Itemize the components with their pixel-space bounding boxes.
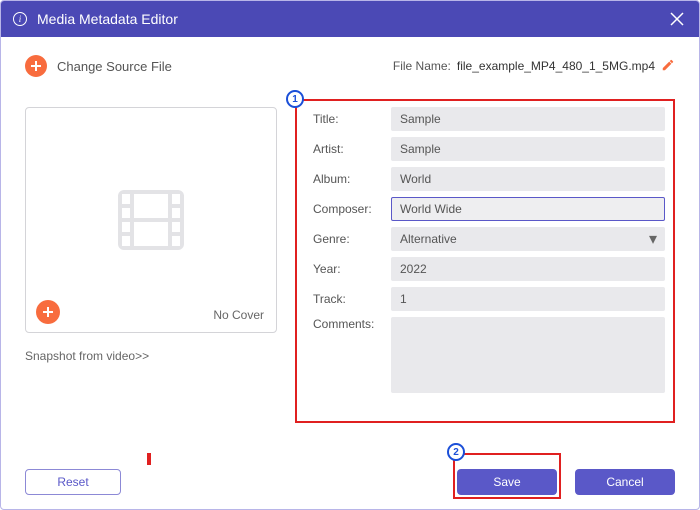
- filename-group: File Name: file_example_MP4_480_1_5MG.mp…: [393, 58, 675, 75]
- reset-button[interactable]: Reset: [25, 469, 121, 495]
- titlebar: i Media Metadata Editor: [1, 1, 699, 37]
- annotation-badge-2: 2: [447, 443, 465, 461]
- title-label: Title:: [313, 112, 391, 126]
- title-input[interactable]: [391, 107, 665, 131]
- pencil-icon: [661, 58, 675, 72]
- year-label: Year:: [313, 262, 391, 276]
- window-title: Media Metadata Editor: [37, 11, 178, 27]
- rename-button[interactable]: [661, 58, 675, 75]
- track-input[interactable]: [391, 287, 665, 311]
- change-source-plus-button[interactable]: [25, 55, 47, 77]
- plus-icon: [42, 306, 54, 318]
- artist-input[interactable]: [391, 137, 665, 161]
- filename-value: file_example_MP4_480_1_5MG.mp4: [457, 59, 655, 73]
- artist-label: Artist:: [313, 142, 391, 156]
- cover-art-box[interactable]: No Cover: [25, 107, 277, 333]
- cover-column: No Cover Snapshot from video>>: [25, 89, 277, 409]
- filename-label: File Name:: [393, 59, 451, 73]
- annotation-mark: [147, 453, 151, 465]
- plus-icon: [30, 60, 42, 72]
- add-cover-button[interactable]: [36, 300, 60, 324]
- cancel-button[interactable]: Cancel: [575, 469, 675, 495]
- no-cover-label: No Cover: [213, 308, 264, 322]
- comments-textarea[interactable]: [391, 317, 665, 393]
- close-icon: [670, 12, 684, 26]
- composer-input[interactable]: [391, 197, 665, 221]
- genre-label: Genre:: [313, 232, 391, 246]
- comments-label: Comments:: [313, 317, 391, 331]
- metadata-editor-window: i Media Metadata Editor Change Source Fi…: [0, 0, 700, 510]
- genre-select[interactable]: [391, 227, 665, 251]
- top-row: Change Source File File Name: file_examp…: [25, 55, 675, 77]
- close-button[interactable]: [667, 9, 687, 29]
- composer-label: Composer:: [313, 202, 391, 216]
- change-source-link[interactable]: Change Source File: [57, 59, 172, 74]
- annotation-badge-1: 1: [286, 90, 304, 108]
- snapshot-from-video-link[interactable]: Snapshot from video>>: [25, 349, 277, 363]
- year-input[interactable]: [391, 257, 665, 281]
- info-icon: i: [13, 12, 27, 26]
- save-button[interactable]: Save: [457, 469, 557, 495]
- footer: Reset 2 Save Cancel: [25, 469, 675, 495]
- track-label: Track:: [313, 292, 391, 306]
- album-input[interactable]: [391, 167, 665, 191]
- album-label: Album:: [313, 172, 391, 186]
- form-column: 1 Title: Artist: Album:: [295, 89, 675, 409]
- film-placeholder-icon: [106, 184, 196, 256]
